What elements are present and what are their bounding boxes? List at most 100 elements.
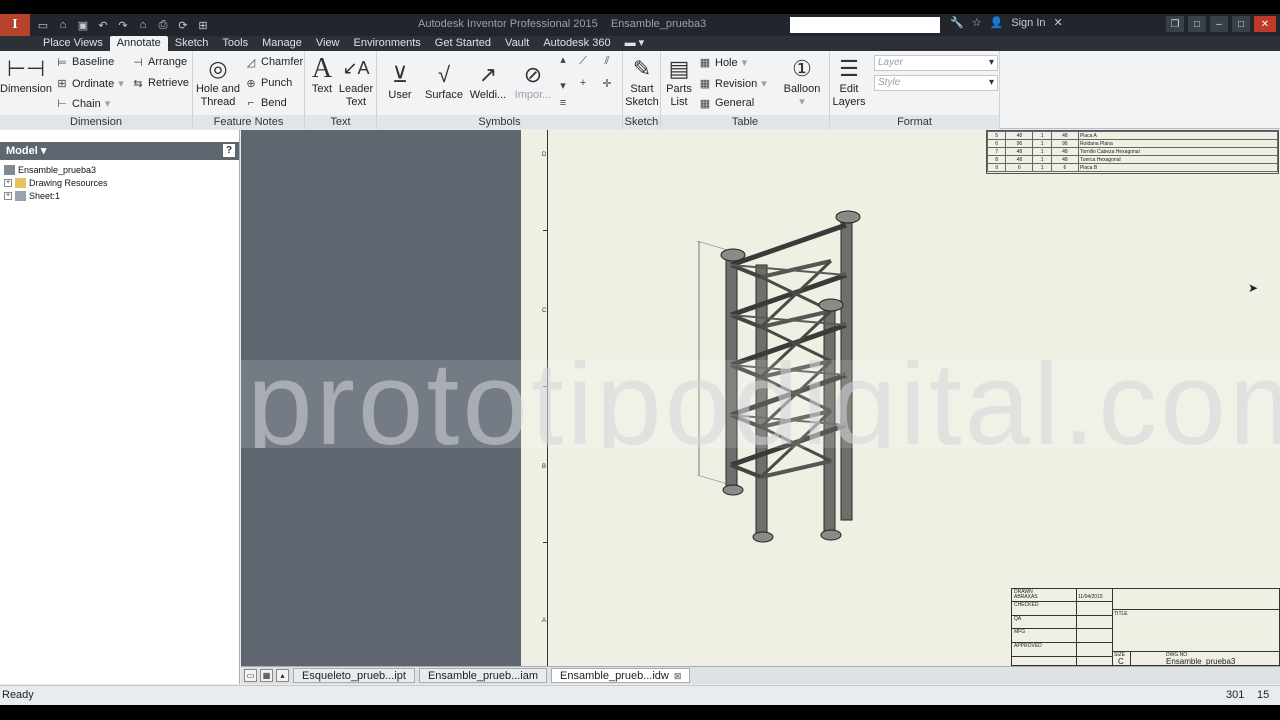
table-cell: 48 <box>1050 147 1079 156</box>
document-tab[interactable]: Ensamble_prueb...idw ⊠ <box>551 668 691 683</box>
tab-vault[interactable]: Vault <box>498 36 536 51</box>
tb-checked: CHECKED <box>1012 602 1112 616</box>
tab-view[interactable]: View <box>309 36 347 51</box>
symbols-gallery-more[interactable]: ≡ <box>557 97 569 109</box>
tab-get-started[interactable]: Get Started <box>428 36 498 51</box>
chamfer-icon: ◿ <box>246 56 256 69</box>
hole-table-button[interactable]: ▦ Hole ▾ <box>699 56 747 70</box>
center-mark-button[interactable]: + <box>577 77 589 89</box>
parts-list-table[interactable]: 5 48 1 48 Placa A 6 96 1 96 Roldana Plana 7 48 1 48 To… <box>986 130 1279 174</box>
expand-toggle-icon[interactable]: + <box>4 178 12 187</box>
expand-toggle-icon[interactable]: + <box>4 191 12 200</box>
tower-brace <box>730 222 847 268</box>
tab-sketch[interactable]: Sketch <box>168 36 216 51</box>
symbols-gallery-down[interactable]: ▾ <box>557 79 569 92</box>
text-button[interactable]: A Text <box>309 53 335 96</box>
edit-layers-button[interactable]: ☰ Edit Layers <box>832 53 866 109</box>
tree-node[interactable]: + Sheet:1 <box>0 189 239 202</box>
open-icon[interactable]: ⌂ <box>56 18 70 32</box>
table-cell: 1 <box>1032 131 1052 140</box>
tab-autodesk-360[interactable]: Autodesk 360 <box>536 36 617 51</box>
parts-list-button[interactable]: ▤ Parts List <box>663 53 695 109</box>
balloon-button[interactable]: ① Balloon ▾ <box>780 53 824 109</box>
print-icon[interactable]: ⎙ <box>156 18 170 32</box>
baseline-button[interactable]: ⊨ Baseline <box>56 56 114 69</box>
tb-divider <box>1112 609 1280 610</box>
table-cell: 5 <box>986 131 1007 140</box>
graphics-window[interactable]: DCBA 5 48 1 48 Placa A 6 96 1 96 Roldana Plana 7 48… <box>241 130 1280 666</box>
edit-layers-label: Edit Layers <box>832 83 866 108</box>
table-cell: 48 <box>1005 131 1034 140</box>
surface-button[interactable]: √ Surface <box>425 59 463 102</box>
centered-pattern-button[interactable]: ✛ <box>601 77 613 90</box>
table-cell: 1 <box>1032 155 1052 164</box>
centerline-bisector-button[interactable]: ⫽ <box>601 55 613 67</box>
welding-button[interactable]: ↗ Weldi... <box>469 59 507 102</box>
open-documents-menu-icon[interactable]: ▴ <box>276 669 289 682</box>
tab-tools[interactable]: Tools <box>215 36 255 51</box>
save-icon[interactable]: ▣ <box>76 18 90 32</box>
style-select[interactable]: Style <box>874 75 998 91</box>
centerline-button[interactable]: ⟋ <box>577 55 589 67</box>
layer-select[interactable]: Layer <box>874 55 998 71</box>
ribbon-options-icon[interactable]: ▬ ▾ <box>618 36 652 51</box>
table-cell: Roldana Plana <box>1077 139 1279 148</box>
start-sketch-button[interactable]: ✎ Start Sketch <box>625 53 659 109</box>
arrange-icon: ⊣ <box>133 56 143 69</box>
new-file-icon[interactable]: ▭ <box>36 18 50 32</box>
doc-restore-icon[interactable]: ❐ <box>1166 16 1184 32</box>
ribbon-tabs: Place Views Annotate Sketch Tools Manage View… <box>0 36 1280 51</box>
close-button[interactable]: ✕ <box>1254 16 1276 32</box>
import-button[interactable]: ⊘ Impor... <box>513 59 553 102</box>
tab-manage[interactable]: Manage <box>255 36 309 51</box>
chain-button[interactable]: ⊢ Chain ▾ <box>56 97 110 111</box>
user-symbol-button[interactable]: ⊻ User <box>383 59 417 102</box>
hole-thread-button[interactable]: ◎ Hole and Thread <box>195 53 241 109</box>
bend-button[interactable]: ⌐ Bend <box>245 97 287 109</box>
hole-table-icon: ▦ <box>699 57 711 69</box>
general-table-button[interactable]: ▦ General <box>699 97 754 110</box>
undo-icon[interactable]: ↶ <box>96 18 110 32</box>
ordinate-button[interactable]: ⊞ Ordinate ▾ <box>56 77 123 91</box>
tab-place-views[interactable]: Place Views <box>36 36 110 51</box>
redo-icon[interactable]: ↷ <box>116 18 130 32</box>
dimension-button[interactable]: ⊢⊣ Dimension <box>0 53 52 96</box>
tree-node[interactable]: Ensamble_prueba3 <box>0 163 239 176</box>
arrange-button[interactable]: ⊣ Arrange <box>132 56 187 69</box>
update-icon[interactable]: ⟳ <box>176 18 190 32</box>
document-tab[interactable]: Ensamble_prueb...iam <box>418 668 548 683</box>
cascade-windows-icon[interactable]: ▦ <box>260 669 273 682</box>
help-search-input[interactable] <box>790 17 940 33</box>
minimize-button[interactable]: – <box>1210 16 1228 32</box>
balloon-label: Balloon <box>783 83 821 95</box>
wrench-icon[interactable]: 🔧 <box>950 16 964 29</box>
tree-node[interactable]: + Drawing Resources <box>0 176 239 189</box>
user-icon[interactable]: 👤 <box>990 16 1004 29</box>
document-tab[interactable]: Esqueleto_prueb...ipt <box>293 668 415 683</box>
edit-layers-icon: ☰ <box>839 55 859 81</box>
leader-text-button[interactable]: ↙A Leader Text <box>339 53 373 109</box>
home-icon[interactable]: ⌂ <box>136 18 150 32</box>
exchange-icon[interactable]: ✕ <box>1054 16 1063 29</box>
retrieve-button[interactable]: ⇆ Retrieve <box>132 77 189 90</box>
star-icon[interactable]: ☆ <box>972 16 982 29</box>
tab-annotate[interactable]: Annotate <box>109 36 168 51</box>
general-table-icon: ▦ <box>699 97 711 110</box>
measure-icon[interactable]: ⊞ <box>196 18 210 32</box>
help-icon[interactable]: ? <box>223 144 235 157</box>
browser-title[interactable]: Model ▾ ? <box>0 142 239 160</box>
sign-in-link[interactable]: Sign In <box>1011 17 1045 29</box>
punch-button[interactable]: ⊕ Punch <box>245 77 292 90</box>
chamfer-button[interactable]: ◿ Chamfer <box>245 56 303 69</box>
table-row: 7 48 1 48 Tornillo Cabeza Hexagonal <box>986 147 1279 156</box>
dimension-label: Dimension <box>0 83 52 95</box>
close-tab-icon[interactable]: ⊠ <box>674 671 682 681</box>
revision-table-button[interactable]: ▦ Revision ▾ <box>699 77 767 91</box>
symbols-gallery-up[interactable]: ▴ <box>557 53 569 66</box>
app-logo-icon[interactable]: I <box>0 14 30 36</box>
tile-windows-icon[interactable]: ▭ <box>244 669 257 682</box>
tab-environments[interactable]: Environments <box>347 36 428 51</box>
import-icon: ⊘ <box>523 61 543 87</box>
doc-close-icon[interactable]: □ <box>1188 16 1206 32</box>
maximize-button[interactable]: □ <box>1232 16 1250 32</box>
